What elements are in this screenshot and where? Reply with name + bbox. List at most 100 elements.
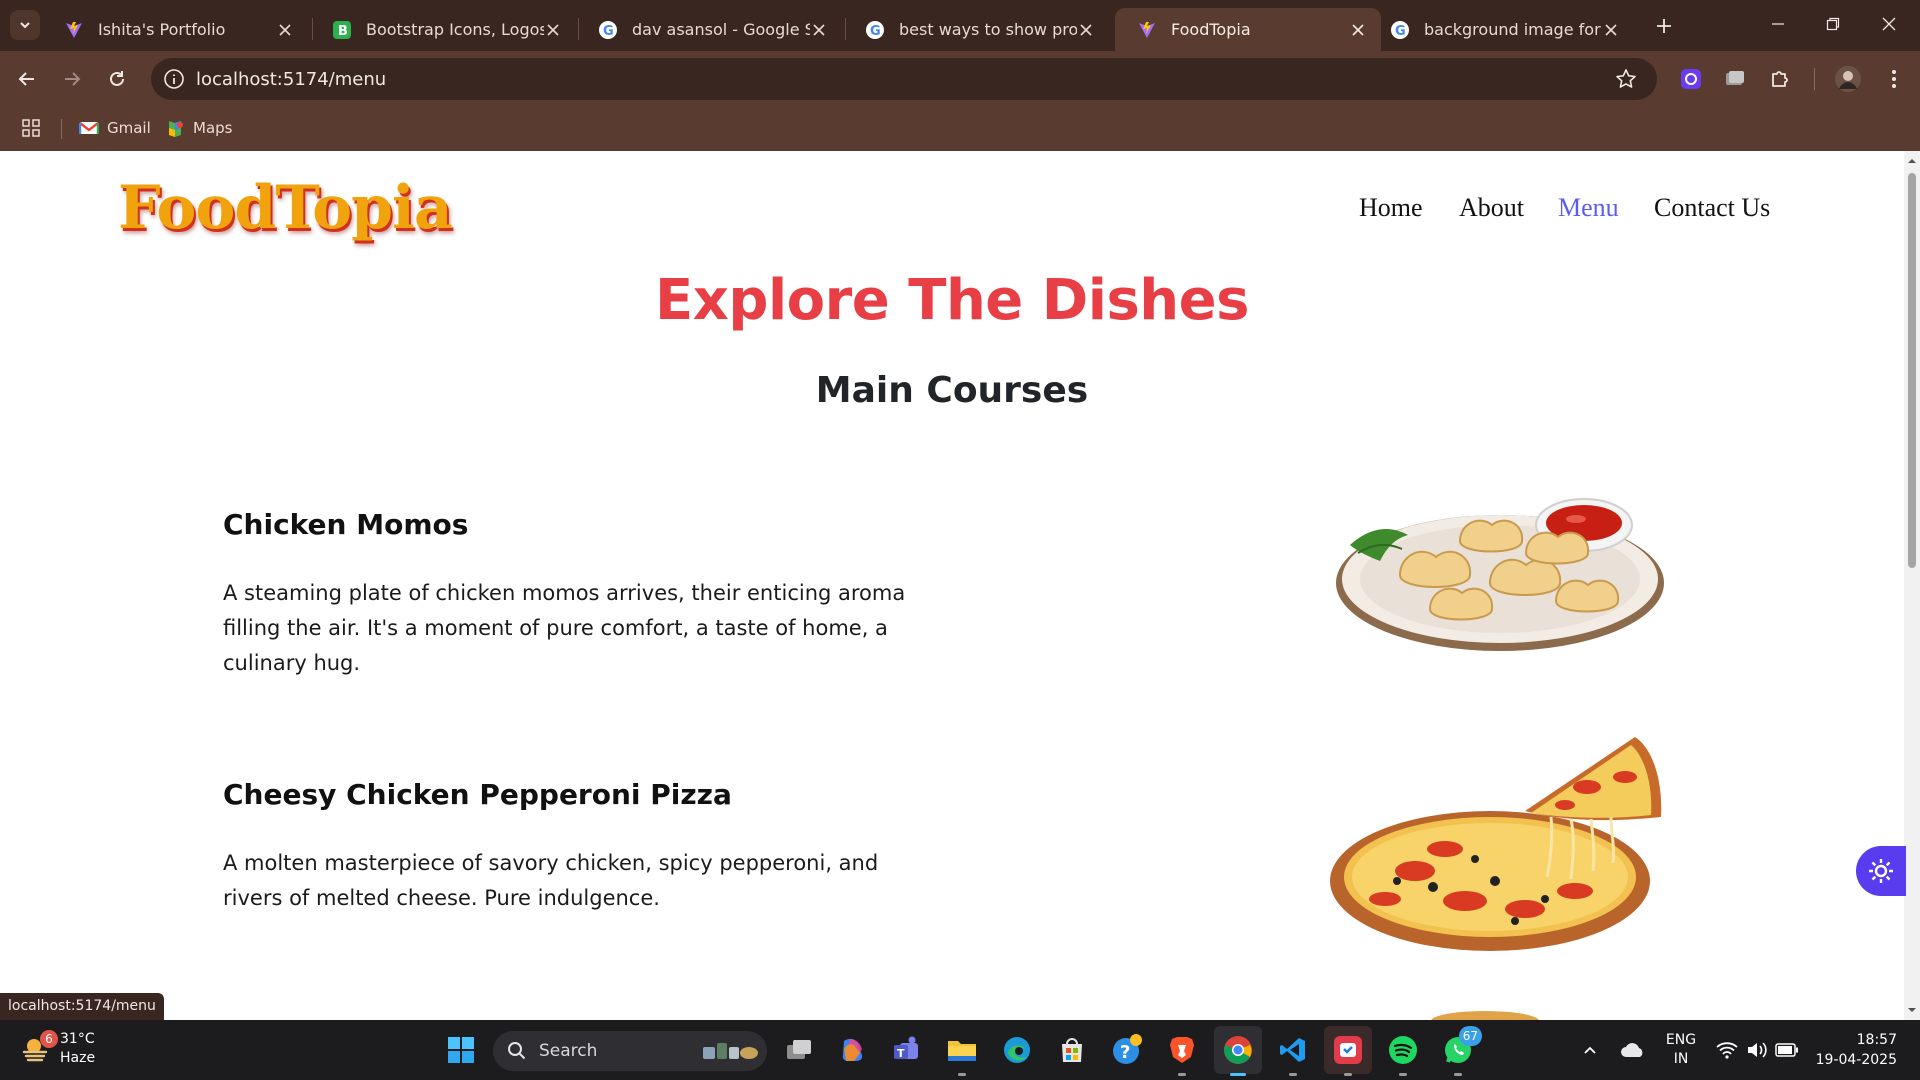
taskbar: 6 31°C Haze Search T ? 67 ENG IN 18:57 1… bbox=[0, 1020, 1920, 1080]
close-icon[interactable] bbox=[1349, 21, 1367, 39]
tab-best-ways[interactable]: G best ways to show projects bbox=[843, 8, 1109, 51]
tab-title: dav asansol - Google Searc bbox=[632, 20, 810, 39]
vite-icon bbox=[1137, 20, 1157, 40]
search-label: Search bbox=[539, 1041, 598, 1061]
avatar-icon bbox=[1835, 66, 1861, 92]
nav-about[interactable]: About bbox=[1459, 193, 1524, 223]
bookmark-label: Gmail bbox=[107, 119, 151, 137]
search-icon bbox=[508, 1042, 526, 1060]
file-explorer-icon[interactable] bbox=[944, 1032, 980, 1076]
close-icon[interactable] bbox=[810, 21, 828, 39]
forward-button[interactable] bbox=[56, 63, 88, 95]
maps-icon bbox=[167, 119, 185, 137]
tab-foodtopia[interactable]: FoodTopia bbox=[1115, 8, 1381, 51]
pizza-image bbox=[1325, 731, 1675, 961]
tray-chevron-up-icon[interactable] bbox=[1575, 1032, 1605, 1068]
close-icon[interactable] bbox=[544, 21, 562, 39]
help-icon[interactable]: ? bbox=[1109, 1032, 1145, 1068]
more-vert-icon bbox=[1892, 70, 1896, 88]
chevron-down-icon bbox=[20, 22, 30, 29]
close-icon[interactable] bbox=[276, 21, 294, 39]
language-line2: IN bbox=[1673, 1051, 1689, 1067]
spotify-icon[interactable] bbox=[1385, 1032, 1421, 1076]
tab-search-button[interactable] bbox=[10, 10, 40, 40]
wifi-icon[interactable] bbox=[1712, 1032, 1742, 1068]
arrow-right-icon bbox=[65, 72, 81, 86]
minimize-icon bbox=[1772, 23, 1784, 25]
dish-description: A molten masterpiece of savory chicken, … bbox=[223, 851, 879, 910]
svg-text:B: B bbox=[338, 24, 348, 39]
copilot-icon[interactable] bbox=[835, 1032, 871, 1068]
address-bar[interactable]: localhost:5174/menu bbox=[151, 58, 1657, 100]
nav-menu[interactable]: Menu bbox=[1558, 193, 1619, 223]
reload-button[interactable] bbox=[101, 63, 133, 95]
vscode-icon[interactable] bbox=[1275, 1032, 1311, 1076]
reload-icon bbox=[110, 71, 124, 86]
app-icon[interactable] bbox=[1330, 1032, 1366, 1076]
battery-icon[interactable] bbox=[1772, 1032, 1802, 1068]
bootstrap-icon: B bbox=[332, 20, 352, 40]
tab-title: Ishita's Portfolio bbox=[98, 20, 226, 39]
minimize-button[interactable] bbox=[1751, 0, 1805, 48]
restore-button[interactable] bbox=[1806, 0, 1860, 48]
bookmarks-bar: Gmail Maps bbox=[0, 106, 1920, 151]
weather-temp: 31°C bbox=[60, 1031, 95, 1047]
puzzle-icon bbox=[1772, 71, 1788, 87]
volume-icon[interactable] bbox=[1742, 1032, 1772, 1068]
site-info-icon[interactable] bbox=[163, 68, 185, 90]
chrome-icon[interactable] bbox=[1220, 1032, 1256, 1076]
tab-background-image[interactable]: G background image for wea bbox=[1368, 8, 1634, 51]
tab-strip: Ishita's Portfolio B Bootstrap Icons, Lo… bbox=[0, 0, 1920, 51]
close-window-button[interactable] bbox=[1862, 0, 1916, 48]
close-icon[interactable] bbox=[1602, 21, 1620, 39]
page-scrollbar[interactable] bbox=[1904, 151, 1920, 1020]
clock-time: 18:57 bbox=[1856, 1032, 1897, 1048]
gmail-icon bbox=[79, 120, 99, 136]
url-text: localhost:5174/menu bbox=[196, 69, 387, 90]
settings-fab[interactable] bbox=[1856, 846, 1906, 896]
haze-icon: 6 bbox=[20, 1030, 58, 1064]
bookmark-label: Maps bbox=[193, 119, 233, 137]
task-view-icon[interactable] bbox=[781, 1032, 817, 1068]
teams-icon[interactable]: T bbox=[889, 1032, 925, 1068]
onedrive-icon[interactable] bbox=[1616, 1032, 1650, 1068]
edge-icon[interactable] bbox=[999, 1032, 1035, 1068]
taskbar-search[interactable]: Search bbox=[493, 1031, 767, 1071]
dish-image-partial bbox=[1430, 1001, 1540, 1020]
site-logo[interactable]: FoodTopia bbox=[118, 173, 453, 243]
close-icon[interactable] bbox=[1077, 21, 1095, 39]
chrome-menu-button[interactable] bbox=[1879, 64, 1909, 94]
tab-dav-asansol[interactable]: G dav asansol - Google Searc bbox=[576, 8, 842, 51]
nav-contact-us[interactable]: Contact Us bbox=[1654, 193, 1770, 223]
taskbar-clock[interactable]: 18:57 19-04-2025 bbox=[1812, 1030, 1897, 1070]
tab-ishitas-portfolio[interactable]: Ishita's Portfolio bbox=[42, 8, 308, 51]
tab-groups-button[interactable] bbox=[1720, 64, 1750, 94]
bookmark-star-icon[interactable] bbox=[1615, 68, 1637, 90]
vite-icon bbox=[64, 20, 84, 40]
bookmark-maps[interactable]: Maps bbox=[167, 114, 232, 142]
back-button[interactable] bbox=[11, 63, 43, 95]
store-icon[interactable] bbox=[1054, 1032, 1090, 1068]
extensions-button[interactable] bbox=[1765, 64, 1795, 94]
section-title: Main Courses bbox=[815, 370, 1089, 411]
extension-button[interactable] bbox=[1676, 64, 1706, 94]
new-tab-button[interactable] bbox=[1650, 12, 1678, 40]
weather-widget[interactable]: 6 31°C Haze bbox=[20, 1030, 95, 1068]
svg-text:G: G bbox=[870, 24, 881, 39]
apps-button[interactable] bbox=[21, 114, 41, 142]
tab-bootstrap-icons[interactable]: B Bootstrap Icons, Logos, Sy bbox=[310, 8, 576, 51]
brave-icon[interactable] bbox=[1164, 1032, 1200, 1076]
profile-button[interactable] bbox=[1833, 64, 1863, 94]
scrollbar-thumb[interactable] bbox=[1908, 173, 1916, 568]
google-icon: G bbox=[598, 20, 618, 40]
language-line1: ENG bbox=[1665, 1032, 1697, 1048]
bookmark-gmail[interactable]: Gmail bbox=[79, 114, 151, 142]
whatsapp-badge: 67 bbox=[1458, 1026, 1482, 1046]
tab-title: FoodTopia bbox=[1171, 20, 1251, 39]
scroll-down-icon[interactable] bbox=[1907, 1005, 1917, 1015]
windows-start-icon[interactable] bbox=[443, 1032, 479, 1068]
whatsapp-icon[interactable]: 67 bbox=[1440, 1026, 1482, 1076]
nav-home[interactable]: Home bbox=[1359, 193, 1423, 223]
language-indicator[interactable]: ENG IN bbox=[1660, 1031, 1702, 1069]
scroll-up-icon[interactable] bbox=[1907, 156, 1917, 166]
